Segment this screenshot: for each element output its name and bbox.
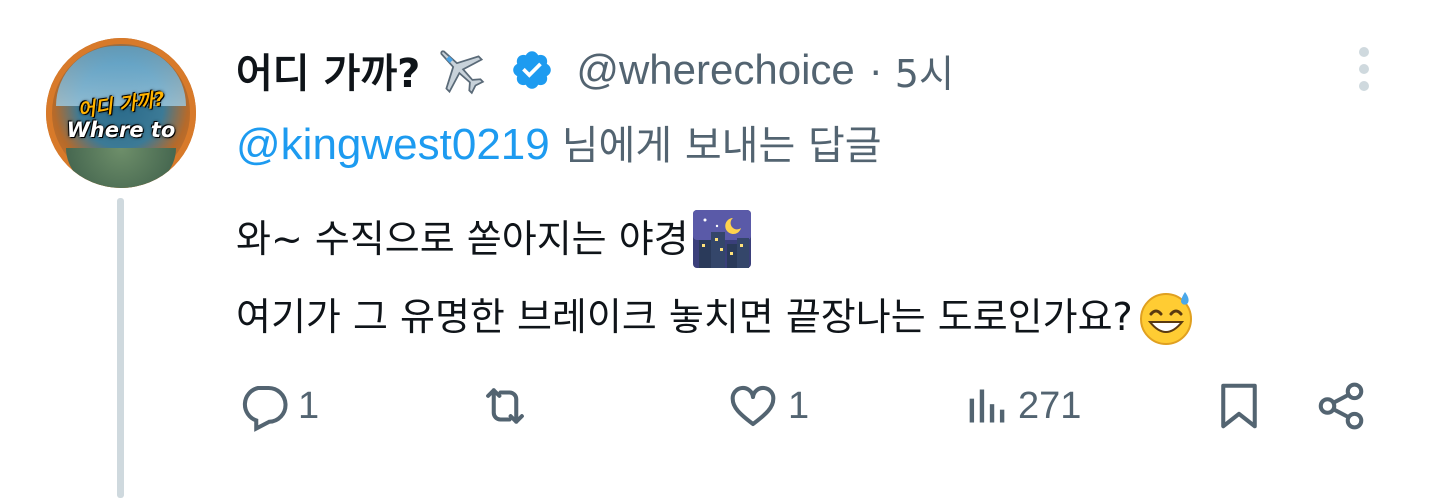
action-bar: 1 1 271 (0, 370, 1439, 442)
like-button[interactable]: 1 (726, 370, 809, 442)
avatar[interactable]: 어디 가까? Where to (46, 38, 196, 188)
user-handle[interactable]: @wherechoice (576, 46, 854, 94)
retweet-icon (486, 388, 524, 424)
retweet-button[interactable] (478, 370, 540, 442)
reply-count: 1 (298, 384, 320, 427)
more-options-icon[interactable] (1352, 44, 1376, 94)
like-count: 1 (788, 384, 810, 427)
tweet-header: 어디 가까? @wherechoice · 5시 (236, 40, 954, 100)
reply-mention-link[interactable]: @kingwest0219 (236, 120, 550, 169)
tweet-text: 와~ 수직으로 쏟아지는 야경 여기가 그 유명한 브레이크 놓치면 끝장나는 … (236, 200, 1195, 356)
timestamp[interactable]: 5시 (895, 43, 954, 98)
verified-badge-icon[interactable] (510, 48, 554, 92)
share-button[interactable] (1314, 370, 1368, 442)
bookmark-button[interactable] (1212, 370, 1266, 442)
share-icon (1318, 382, 1364, 430)
grinning-sweat-icon (1137, 288, 1195, 346)
avatar-ground (66, 148, 176, 188)
views-button[interactable]: 271 (966, 370, 1081, 442)
avatar-text-english: Where to (66, 118, 176, 142)
airplane-icon (432, 42, 488, 98)
bookmark-icon (1221, 383, 1257, 429)
reply-suffix: 님에게 보내는 답글 (561, 123, 882, 169)
reply-button[interactable]: 1 (236, 370, 319, 442)
separator-dot: · (868, 46, 883, 93)
tweet-text-line-2: 여기가 그 유명한 브레이크 놓치면 끝장나는 도로인가요? (236, 295, 1133, 339)
heart-icon (730, 385, 776, 427)
tweet-text-line: 와~ 수직으로 쏟아지는 야경 (236, 200, 1195, 278)
reply-icon (242, 385, 288, 432)
tweet[interactable]: 어디 가까? Where to 어디 가까? @wherechoice · 5시 (0, 0, 1439, 498)
replying-to: @kingwest0219 님에게 보내는 답글 (236, 118, 882, 173)
display-name[interactable]: 어디 가까? (236, 41, 420, 99)
views-chart-icon (969, 389, 1005, 423)
tweet-text-line-1: 와~ 수직으로 쏟아지는 야경 (236, 217, 689, 261)
night-city-icon (692, 210, 751, 268)
tweet-text-line: 여기가 그 유명한 브레이크 놓치면 끝장나는 도로인가요? (236, 278, 1195, 356)
thread-line (117, 198, 124, 498)
views-count: 271 (1018, 384, 1082, 427)
